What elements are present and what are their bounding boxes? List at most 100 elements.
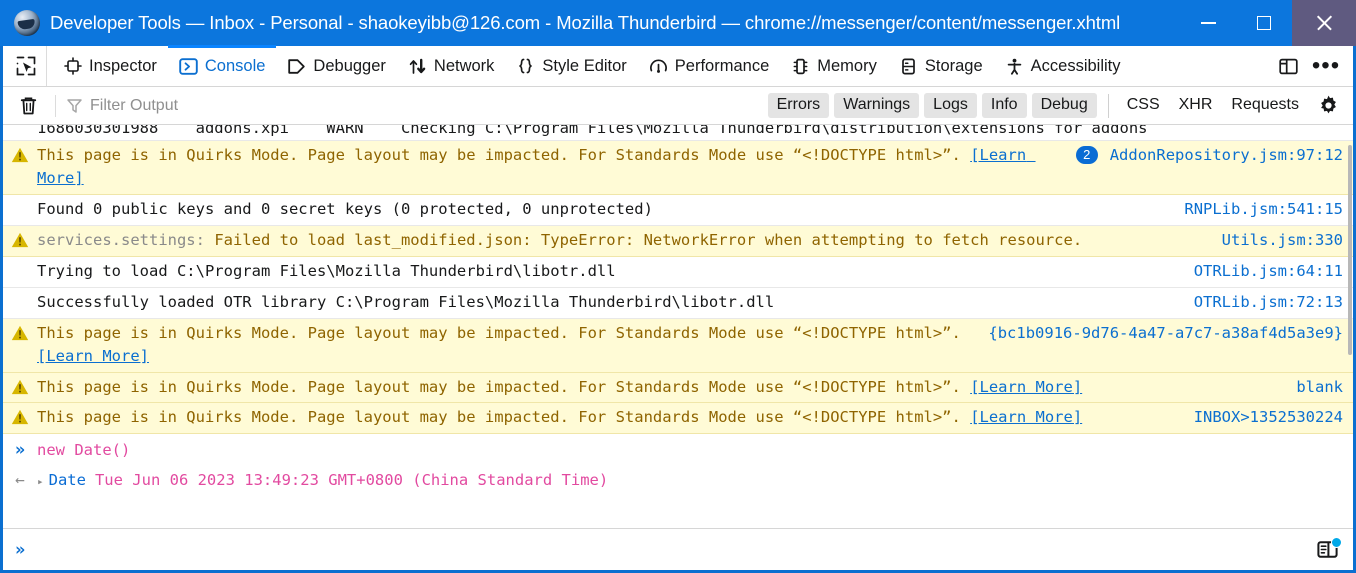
source-reference[interactable]: 2 AddonRepository.jsm:97:12: [1075, 144, 1353, 167]
evaluation-result: ▸ Date Tue Jun 06 2023 13:49:23 GMT+0800 (…: [37, 469, 1353, 492]
toolbox-meatball-menu-button[interactable]: •••: [1309, 49, 1343, 83]
filter-info-button[interactable]: Info: [981, 93, 1027, 118]
tab-label: Debugger: [313, 56, 386, 75]
source-reference[interactable]: {bc1b0916-9d76-4a47-a7c7-a38af4d5a3e9}: [988, 322, 1353, 345]
ellipsis-icon: •••: [1311, 52, 1341, 79]
warning-icon: [11, 410, 29, 425]
tab-performance[interactable]: Performance: [638, 46, 780, 86]
console-input-echo-row[interactable]: » new Date(): [3, 434, 1353, 467]
filter-icon: [67, 99, 82, 113]
learn-more-link[interactable]: [Learn More]: [970, 378, 1082, 396]
tab-debugger[interactable]: Debugger: [276, 46, 396, 86]
close-button[interactable]: [1292, 0, 1356, 46]
tab-storage[interactable]: Storage: [888, 46, 994, 86]
tab-memory[interactable]: Memory: [780, 46, 888, 86]
tab-console[interactable]: Console: [167, 45, 277, 86]
console-settings-button[interactable]: [1311, 89, 1345, 123]
console-row[interactable]: Found 0 public keys and 0 secret keys (0…: [3, 194, 1353, 226]
console-row[interactable]: This page is in Quirks Mode. Page layout…: [3, 372, 1353, 404]
minimize-button[interactable]: [1180, 0, 1236, 46]
style-editor-icon: [516, 57, 535, 76]
console-result-row[interactable]: ← ▸ Date Tue Jun 06 2023 13:49:23 GMT+0800…: [3, 466, 1353, 497]
row-gutter: [3, 322, 37, 341]
console-scrollbar[interactable]: [1348, 125, 1353, 528]
console-row[interactable]: This page is in Quirks Mode. Page layout…: [3, 318, 1353, 373]
inspector-icon: [64, 57, 82, 75]
console-message: Successfully loaded OTR library C:\Progr…: [37, 292, 775, 311]
console-row[interactable]: This page is in Quirks Mode. Page layout…: [3, 403, 1353, 435]
source-reference[interactable]: RNPLib.jsm:541:15: [1184, 198, 1353, 221]
message-text: Failed to load last_modified.json: TypeE…: [214, 230, 1083, 249]
update-indicator-dot: [1331, 536, 1342, 548]
console-output[interactable]: 1686030301988 addons.xpi WARN Checking C…: [3, 125, 1353, 528]
close-icon: [1315, 14, 1333, 32]
source-reference[interactable]: OTRLib.jsm:64:11: [1194, 260, 1353, 283]
source-reference[interactable]: OTRLib.jsm:72:13: [1194, 291, 1353, 314]
memory-icon: [791, 57, 810, 76]
filter-debug-button[interactable]: Debug: [1031, 93, 1097, 118]
source-reference[interactable]: INBOX>1352530224: [1194, 406, 1353, 429]
tab-label: Memory: [817, 56, 877, 75]
row-gutter: ←: [3, 469, 37, 489]
filter-placeholder: Filter Output: [90, 96, 179, 114]
console-message: Found 0 public keys and 0 secret keys (0…: [37, 199, 653, 218]
console-message: This page is in Quirks Mode. Page layout…: [37, 322, 988, 368]
storage-icon: [899, 57, 918, 76]
element-picker-button[interactable]: [5, 46, 47, 86]
source-link[interactable]: AddonRepository.jsm:97:12: [1110, 146, 1343, 164]
result-type: Date: [48, 471, 86, 490]
filter-requests-button[interactable]: Requests: [1224, 93, 1306, 118]
tab-label: Inspector: [89, 56, 157, 75]
filter-errors-button[interactable]: Errors: [767, 93, 830, 118]
learn-more-link[interactable]: [Learn More]: [970, 408, 1082, 426]
console-row[interactable]: Trying to load C:\Program Files\Mozilla …: [3, 256, 1353, 288]
gear-icon: [1320, 95, 1336, 114]
message-prefix: services.settings:: [37, 230, 215, 249]
console-row[interactable]: 1686030301988 addons.xpi WARN Checking C…: [3, 125, 1353, 141]
learn-more-link[interactable]: [Learn More]: [37, 347, 149, 365]
tab-accessibility[interactable]: Accessibility: [994, 46, 1132, 86]
minimize-icon: [1200, 22, 1216, 24]
expand-triangle-icon[interactable]: ▸: [37, 475, 44, 488]
source-reference[interactable]: Utils.jsm:330: [1222, 229, 1353, 252]
filter-css-button[interactable]: CSS: [1120, 93, 1167, 118]
tab-label: Style Editor: [542, 56, 627, 75]
console-input-prompt[interactable]: »: [3, 528, 1353, 570]
tab-label: Network: [433, 56, 495, 75]
editor-mode-toggle-button[interactable]: [1307, 530, 1347, 570]
window-controls: [1180, 0, 1356, 46]
toolbar-separator: [55, 94, 56, 117]
toolbox-tabbar: Inspector Console Debugger Network Style: [3, 45, 1353, 87]
row-gutter: [3, 291, 37, 292]
console-row[interactable]: Successfully loaded OTR library C:\Progr…: [3, 287, 1353, 319]
filter-logs-button[interactable]: Logs: [924, 93, 977, 118]
console-row[interactable]: This page is in Quirks Mode. Page layout…: [3, 141, 1353, 195]
tab-network[interactable]: Network: [397, 46, 506, 86]
row-gutter: [3, 229, 37, 248]
input-marker-icon: »: [14, 440, 26, 461]
tab-inspector[interactable]: Inspector: [53, 46, 168, 86]
warning-icon: [11, 379, 29, 394]
console-row[interactable]: services.settings: Failed to load last_m…: [3, 225, 1353, 257]
filter-xhr-button[interactable]: XHR: [1172, 93, 1220, 118]
trash-icon: [20, 96, 36, 114]
network-icon: [408, 57, 427, 76]
console-message: 1686030301988 addons.xpi WARN Checking C…: [37, 125, 1148, 138]
filter-warnings-button[interactable]: Warnings: [834, 93, 920, 118]
console-message: This page is in Quirks Mode. Page layout…: [37, 406, 1194, 429]
dock-toolbox-button[interactable]: [1271, 49, 1305, 83]
clear-console-button[interactable]: [11, 91, 45, 121]
evaluated-expression: new Date(): [37, 441, 131, 460]
maximize-icon: [1257, 16, 1271, 30]
maximize-button[interactable]: [1236, 0, 1292, 46]
source-reference[interactable]: blank: [1296, 376, 1353, 399]
scrollbar-thumb[interactable]: [1348, 145, 1352, 355]
developer-tools-panel: Inspector Console Debugger Network Style: [0, 45, 1356, 573]
filter-input[interactable]: Filter Output: [66, 97, 768, 115]
tab-style-editor[interactable]: Style Editor: [505, 46, 637, 86]
accessibility-icon: [1005, 57, 1024, 76]
performance-icon: [649, 57, 668, 76]
row-gutter: [3, 260, 37, 261]
message-text: This page is in Quirks Mode. Page layout…: [37, 377, 971, 396]
dock-icon: [1278, 58, 1298, 74]
